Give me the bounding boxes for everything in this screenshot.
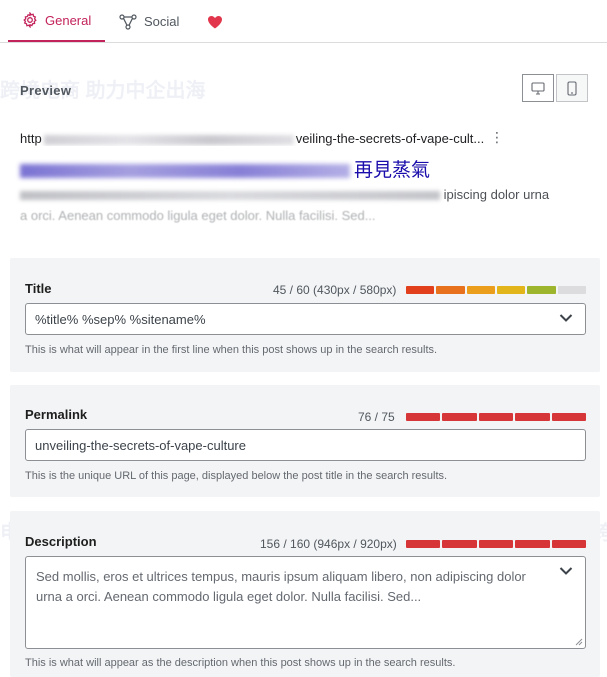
tab-social[interactable]: Social	[119, 0, 179, 43]
title-select[interactable]: %title% %sep% %sitename%	[25, 303, 586, 335]
serp-title-suffix: 再見蒸氣	[354, 160, 431, 181]
chevron-down-icon	[559, 314, 573, 322]
blurred-title	[20, 163, 350, 178]
title-counter: 45 / 60 (430px / 580px)	[273, 283, 397, 297]
desktop-icon	[531, 81, 545, 95]
serp-desc-line2: a orci. Aenean commodo ligula eget dolor…	[20, 208, 376, 223]
chevron-down-icon	[559, 567, 573, 575]
description-counter: 156 / 160 (946px / 920px)	[260, 537, 397, 551]
serp-description: ipiscing dolor urna a orci. Aenean commo…	[20, 184, 590, 226]
permalink-helper: This is the unique URL of this page, dis…	[25, 470, 448, 482]
permalink-value: unveiling-the-secrets-of-vape-culture	[35, 437, 246, 453]
title-value: %title% %sep% %sitename%	[35, 311, 206, 327]
title-helper: This is what will appear in the first li…	[25, 344, 438, 356]
tab-general-label: General	[45, 12, 92, 28]
serp-url-prefix: http	[20, 131, 42, 146]
gear-icon	[22, 12, 38, 28]
serp-url-suffix: veiling-the-secrets-of-vape-cult...	[295, 131, 485, 146]
permalink-counter: 76 / 75	[358, 410, 395, 424]
description-value: Sed mollis, eros et ultrices tempus, mau…	[36, 569, 526, 604]
heart-icon	[207, 15, 223, 29]
permalink-label: Permalink	[25, 407, 88, 422]
share-icon	[119, 13, 137, 30]
description-length-bar	[406, 540, 587, 548]
device-toggle	[522, 74, 588, 102]
title-label: Title	[25, 281, 52, 296]
tab-social-label: Social	[144, 14, 180, 29]
serp-desc-line1-end: ipiscing dolor urna	[443, 187, 550, 202]
description-textarea[interactable]: Sed mollis, eros et ultrices tempus, mau…	[25, 556, 586, 649]
permalink-input[interactable]: unveiling-the-secrets-of-vape-culture	[25, 429, 586, 461]
description-panel: Description 156 / 160 (946px / 920px) Se…	[10, 511, 600, 677]
more-options-icon[interactable]: ⋮	[490, 129, 504, 145]
description-label: Description	[25, 534, 97, 549]
blurred-description	[20, 191, 440, 201]
blurred-url	[43, 134, 294, 145]
desktop-preview-button[interactable]	[522, 74, 554, 102]
mobile-preview-button[interactable]	[556, 74, 588, 102]
title-panel: Title 45 / 60 (430px / 580px) %title% %s…	[10, 258, 600, 372]
mobile-icon	[567, 80, 577, 96]
serp-url: http veiling-the-secrets-of-vape-cult...	[20, 131, 490, 146]
tab-favorite[interactable]	[207, 0, 223, 43]
description-helper: This is what will appear as the descript…	[25, 657, 456, 669]
resize-handle-icon[interactable]	[574, 637, 583, 646]
title-length-bar	[406, 286, 586, 294]
permalink-panel: Permalink 76 / 75 unveiling-the-secrets-…	[10, 385, 600, 497]
preview-heading: Preview	[20, 83, 72, 98]
tab-general[interactable]: General	[8, 0, 105, 42]
serp-title: 再見蒸氣	[20, 155, 430, 182]
settings-tabs: General Social	[0, 0, 607, 43]
permalink-length-bar	[406, 413, 587, 421]
